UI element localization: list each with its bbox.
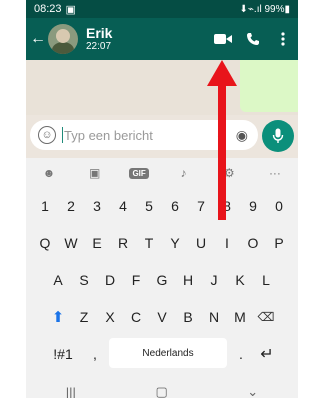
shift-key-icon[interactable]: ⬆ [46, 301, 70, 333]
key-e[interactable]: E [85, 227, 109, 259]
voice-input-icon[interactable]: ♪ [173, 166, 195, 180]
key-l[interactable]: L [254, 264, 278, 296]
key-d[interactable]: D [98, 264, 122, 296]
key-j[interactable]: J [202, 264, 226, 296]
contact-avatar[interactable] [48, 24, 78, 54]
voice-message-button[interactable] [262, 120, 294, 152]
key-u[interactable]: U [189, 227, 213, 259]
key-y[interactable]: Y [163, 227, 187, 259]
key-x[interactable]: X [98, 301, 122, 333]
camera-icon[interactable]: ◉ [236, 127, 248, 144]
key-0[interactable]: 0 [267, 190, 291, 222]
contact-info[interactable]: Erik 22:07 [86, 24, 113, 53]
key-1[interactable]: 1 [33, 190, 57, 222]
bottom-letter-row: ⬆ Z X C V B N M ⌫ [26, 301, 298, 336]
emoji-keyboard-icon[interactable]: ☻ [38, 166, 60, 180]
message-placeholder: Typ een bericht [64, 127, 153, 143]
more-tools-icon[interactable]: ··· [264, 166, 286, 180]
gallery-notification-icon: ▣ [65, 3, 76, 16]
key-b[interactable]: B [176, 301, 200, 333]
period-key[interactable]: . [229, 338, 253, 370]
sticker-icon[interactable]: ▣ [84, 166, 106, 180]
key-i[interactable]: I [215, 227, 239, 259]
key-4[interactable]: 4 [111, 190, 135, 222]
key-h[interactable]: H [176, 264, 200, 296]
symbols-key[interactable]: !#1 [45, 338, 81, 370]
key-3[interactable]: 3 [85, 190, 109, 222]
number-row: 1 2 3 4 5 6 7 8 9 0 [26, 190, 298, 225]
key-p[interactable]: P [267, 227, 291, 259]
contact-name: Erik [86, 24, 113, 41]
key-2[interactable]: 2 [59, 190, 83, 222]
on-screen-keyboard: ☻ ▣ GIF ♪ ⚙ ··· 1 2 3 4 5 6 7 8 9 0 Q W … [26, 158, 298, 398]
phone-icon [247, 33, 259, 45]
key-6[interactable]: 6 [163, 190, 187, 222]
comma-key[interactable]: , [83, 338, 107, 370]
phone-screen: 08:23 ▣ ⬇⌁.ıl 99%▮ ← Erik 22:07 ☺ Typ ee… [26, 0, 298, 398]
key-f[interactable]: F [124, 264, 148, 296]
annotation-arrow-icon [207, 60, 237, 220]
keyboard-toolbar: ☻ ▣ GIF ♪ ⚙ ··· [26, 158, 298, 188]
back-arrow-icon[interactable]: ← [30, 30, 46, 48]
key-o[interactable]: O [241, 227, 265, 259]
emoji-icon[interactable]: ☺ [38, 126, 56, 144]
key-k[interactable]: K [228, 264, 252, 296]
voice-call-button[interactable] [238, 24, 268, 54]
key-a[interactable]: A [46, 264, 70, 296]
status-bar: 08:23 ▣ ⬇⌁.ıl 99%▮ [26, 0, 298, 18]
key-v[interactable]: V [150, 301, 174, 333]
video-camera-icon [214, 34, 232, 44]
outgoing-message-bubble[interactable] [240, 60, 298, 112]
status-time: 08:23 [34, 3, 62, 15]
microphone-icon [272, 128, 284, 143]
system-nav-bar: ||| ▢ ⌄ [26, 377, 298, 398]
space-key[interactable]: Nederlands [109, 338, 227, 368]
recent-apps-icon[interactable]: ||| [66, 385, 76, 398]
enter-key-icon[interactable]: ↵ [255, 338, 279, 370]
space-row: !#1 , Nederlands . ↵ [26, 338, 298, 373]
video-call-button[interactable] [208, 24, 238, 54]
key-t[interactable]: T [137, 227, 161, 259]
more-vertical-icon [281, 32, 285, 46]
key-c[interactable]: C [124, 301, 148, 333]
compose-bar: ☺ Typ een bericht ⌀ ◉ [26, 118, 298, 154]
gif-icon[interactable]: GIF [129, 167, 149, 179]
key-9[interactable]: 9 [241, 190, 265, 222]
key-w[interactable]: W [59, 227, 83, 259]
home-icon[interactable]: ▢ [155, 384, 167, 398]
backspace-key-icon[interactable]: ⌫ [254, 301, 278, 333]
key-g[interactable]: G [150, 264, 174, 296]
key-z[interactable]: Z [72, 301, 96, 333]
text-cursor [62, 127, 63, 143]
hide-keyboard-chevron-icon[interactable]: ⌄ [247, 384, 258, 398]
chat-header: ← Erik 22:07 [26, 18, 298, 60]
home-row: A S D F G H J K L [26, 264, 298, 299]
key-s[interactable]: S [72, 264, 96, 296]
message-area [26, 60, 298, 115]
key-5[interactable]: 5 [137, 190, 161, 222]
key-q[interactable]: Q [33, 227, 57, 259]
key-n[interactable]: N [202, 301, 226, 333]
key-r[interactable]: R [111, 227, 135, 259]
contact-last-seen: 22:07 [86, 41, 112, 53]
more-options-button[interactable] [268, 24, 298, 54]
status-indicators: ⬇⌁.ıl 99%▮ [239, 3, 290, 15]
qwerty-row: Q W E R T Y U I O P [26, 227, 298, 262]
key-m[interactable]: M [228, 301, 252, 333]
